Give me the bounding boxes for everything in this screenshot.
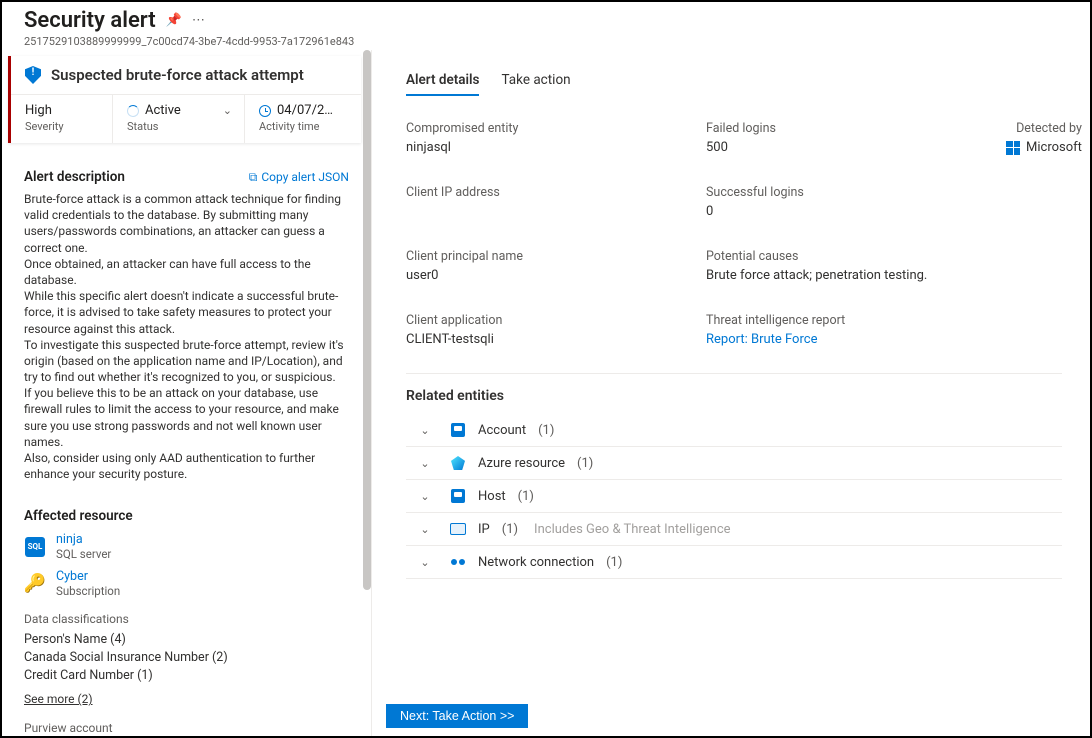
see-more-link[interactable]: See more (2) <box>24 692 93 706</box>
entity-count: (1) <box>538 423 554 438</box>
entity-name: Network connection <box>478 555 594 570</box>
affected-resource-type: Subscription <box>56 584 120 598</box>
affected-resource-name[interactable]: Cyber <box>56 569 120 584</box>
activity-label: Activity time <box>259 120 349 133</box>
alert-title: Suspected brute-force attack attempt <box>51 66 304 84</box>
network-icon <box>451 555 465 569</box>
copy-alert-json-label: Copy alert JSON <box>261 170 349 184</box>
entity-count: (1) <box>518 489 534 504</box>
client-principal-field: Client principal name user0 <box>406 249 696 283</box>
next-take-action-button[interactable]: Next: Take Action >> <box>386 704 528 728</box>
potential-causes-field: Potential causes Brute force attack; pen… <box>706 249 996 283</box>
affected-resource-row[interactable]: 🔑 Cyber Subscription <box>24 569 349 598</box>
chevron-down-icon[interactable]: ⌄ <box>412 523 438 536</box>
status-label: Status <box>127 120 232 133</box>
entity-name: IP <box>478 522 490 537</box>
threat-report-link[interactable]: Report: Brute Force <box>706 332 996 347</box>
related-entity-row-network[interactable]: ⌄ Network connection (1) <box>406 546 1062 579</box>
chevron-down-icon[interactable]: ⌄ <box>412 490 438 503</box>
successful-logins-field: Successful logins 0 <box>706 185 996 219</box>
affected-resource-name[interactable]: ninja <box>56 532 111 547</box>
field-value: Microsoft <box>1026 140 1082 155</box>
field-value: ninjasql <box>406 140 696 155</box>
chevron-down-icon[interactable]: ⌄ <box>207 104 232 117</box>
copy-icon: ⧉ <box>249 170 258 185</box>
azure-resource-icon <box>451 456 465 470</box>
pin-icon[interactable]: 📌 <box>166 13 182 28</box>
affected-resource-row[interactable]: SQL ninja SQL server <box>24 532 349 561</box>
clock-icon <box>259 105 271 117</box>
severity-label: Severity <box>25 120 100 133</box>
divider <box>406 373 1062 374</box>
alert-description-text: Brute-force attack is a common attack te… <box>24 191 349 482</box>
activity-value: 04/07/2… <box>277 103 333 118</box>
entity-count: (1) <box>502 522 518 537</box>
classification-item: Canada Social Insurance Number (2) <box>24 650 349 665</box>
client-application-field: Client application CLIENT-testsqli <box>406 313 696 347</box>
detected-by-field: Detected by Microsoft <box>1006 121 1082 155</box>
related-entity-row-ip[interactable]: ⌄ IP (1) Includes Geo & Threat Intellige… <box>406 513 1062 546</box>
field-label: Client principal name <box>406 249 696 264</box>
entity-name: Azure resource <box>478 456 565 471</box>
entity-count: (1) <box>606 555 622 570</box>
field-value: 500 <box>706 140 996 155</box>
failed-logins-field: Failed logins 500 <box>706 121 996 155</box>
classifications-heading: Data classifications <box>24 612 349 626</box>
purview-heading: Purview account <box>24 721 349 735</box>
field-label: Failed logins <box>706 121 996 136</box>
affected-resource-type: SQL server <box>56 547 111 561</box>
sql-server-icon: SQL <box>25 537 45 557</box>
field-value: 0 <box>706 204 996 219</box>
chevron-down-icon[interactable]: ⌄ <box>412 556 438 569</box>
client-ip-field: Client IP address <box>406 185 696 219</box>
field-value: CLIENT-testsqli <box>406 332 696 347</box>
alert-id: 2517529103889999999_7c00cd74-3be7-4cdd-9… <box>24 35 1072 48</box>
entity-count: (1) <box>577 456 593 471</box>
compromised-entity-field: Compromised entity ninjasql <box>406 121 696 155</box>
shield-icon <box>25 66 41 84</box>
related-entity-row-account[interactable]: ⌄ Account (1) <box>406 414 1062 447</box>
related-entity-row-azure[interactable]: ⌄ Azure resource (1) <box>406 447 1062 480</box>
threat-report-field: Threat intelligence report Report: Brute… <box>706 313 996 347</box>
classification-item: Credit Card Number (1) <box>24 668 349 683</box>
more-icon[interactable]: ⋯ <box>192 13 205 28</box>
field-label: Potential causes <box>706 249 996 264</box>
field-label: Compromised entity <box>406 121 696 136</box>
activity-cell: 04/07/2… Activity time <box>245 95 361 143</box>
field-label: Threat intelligence report <box>706 313 996 328</box>
entity-extra: Includes Geo & Threat Intelligence <box>534 522 731 537</box>
related-entities-heading: Related entities <box>406 388 1062 404</box>
severity-cell: High Severity <box>11 95 113 143</box>
field-label: Client IP address <box>406 185 696 200</box>
field-label: Detected by <box>1006 121 1082 136</box>
tab-take-action[interactable]: Take action <box>501 68 570 96</box>
affected-heading: Affected resource <box>24 508 133 524</box>
chevron-down-icon[interactable]: ⌄ <box>412 424 438 437</box>
ip-icon <box>450 523 466 535</box>
field-label: Successful logins <box>706 185 996 200</box>
left-scrollbar[interactable] <box>363 50 371 736</box>
page-title: Security alert <box>24 8 156 33</box>
status-cell[interactable]: Active ⌄ Status <box>113 95 245 143</box>
field-value: Brute force attack; penetration testing. <box>706 268 996 283</box>
field-label: Client application <box>406 313 696 328</box>
summary-card: Suspected brute-force attack attempt Hig… <box>8 56 361 143</box>
status-value: Active <box>145 103 181 118</box>
severity-value: High <box>25 103 100 118</box>
description-heading: Alert description <box>24 169 125 185</box>
microsoft-logo-icon <box>1006 141 1020 155</box>
key-icon: 🔑 <box>24 573 46 595</box>
tab-alert-details[interactable]: Alert details <box>406 68 479 96</box>
status-spinner-icon <box>127 105 139 117</box>
field-value: user0 <box>406 268 696 283</box>
related-entity-row-host[interactable]: ⌄ Host (1) <box>406 480 1062 513</box>
account-icon <box>451 423 465 437</box>
host-icon <box>451 489 465 503</box>
copy-alert-json-link[interactable]: ⧉ Copy alert JSON <box>249 170 349 185</box>
classification-item: Person's Name (4) <box>24 632 349 647</box>
entity-name: Host <box>478 489 506 504</box>
chevron-down-icon[interactable]: ⌄ <box>412 457 438 470</box>
entity-name: Account <box>478 423 526 438</box>
